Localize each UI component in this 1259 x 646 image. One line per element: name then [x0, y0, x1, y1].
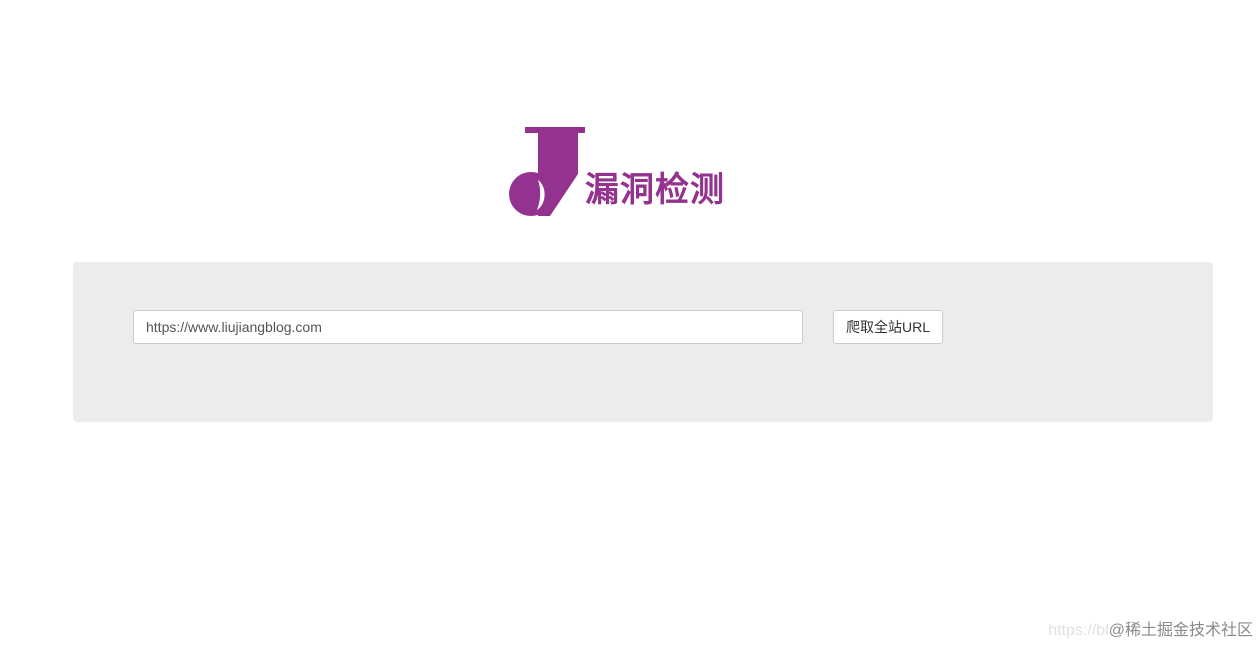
search-panel: 爬取全站URL	[73, 262, 1213, 422]
url-input[interactable]	[133, 310, 803, 344]
j-logo-icon	[509, 127, 585, 216]
logo-title: 漏洞检测	[585, 170, 725, 210]
watermark: https://bl@稀土掘金技术社区	[1048, 616, 1253, 640]
watermark-url: https://bl	[1048, 622, 1109, 639]
crawl-all-urls-button[interactable]: 爬取全站URL	[833, 310, 943, 344]
logo: 漏洞检测	[505, 124, 745, 220]
page: 漏洞检测 爬取全站URL https://bl@稀土掘金技术社区	[0, 0, 1259, 646]
watermark-site: @稀土掘金技术社区	[1108, 622, 1253, 639]
